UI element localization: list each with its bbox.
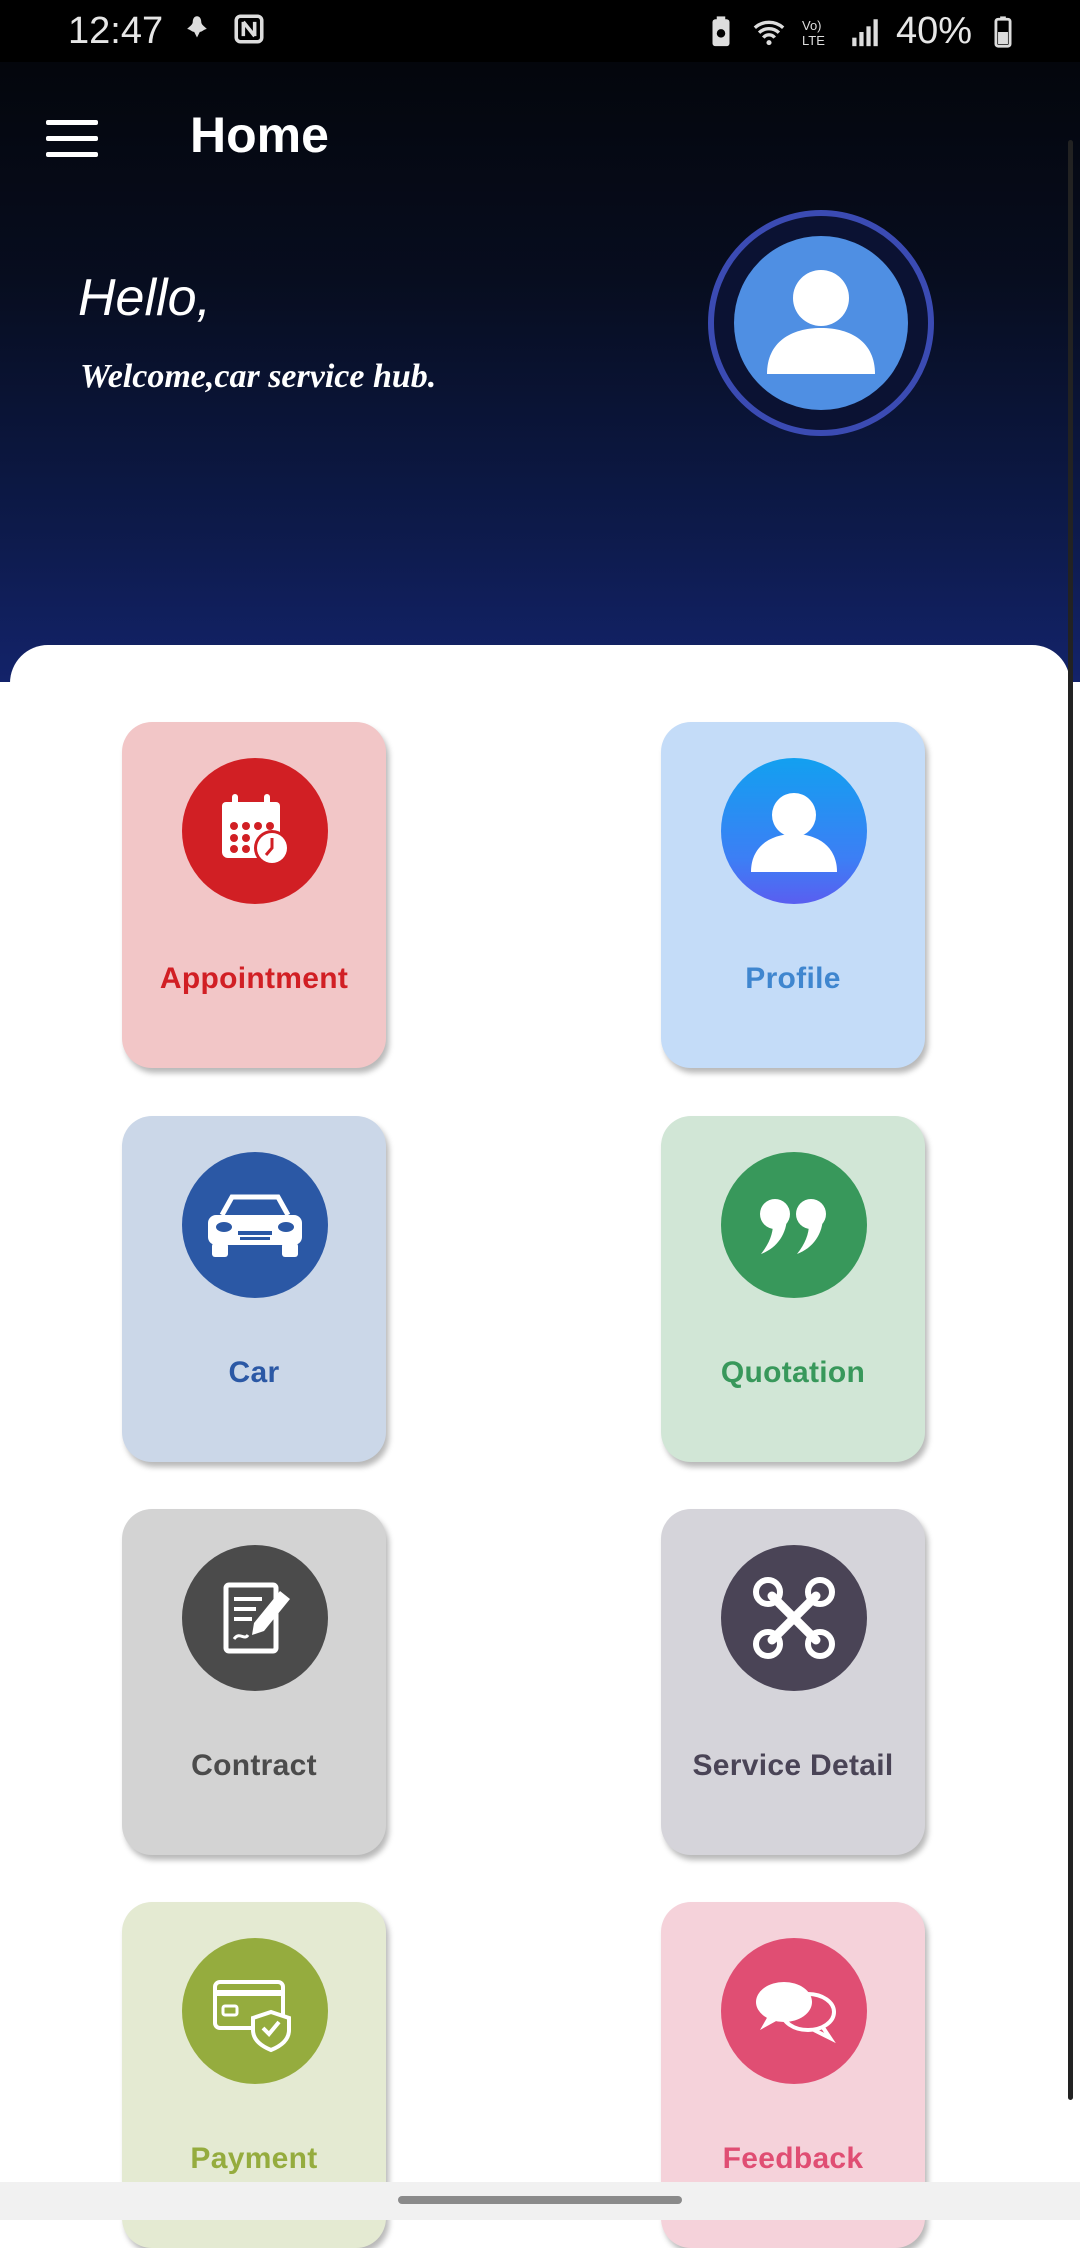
tile-contract[interactable]: Contract bbox=[122, 1509, 386, 1855]
quote-icon bbox=[721, 1152, 867, 1298]
signal-icon bbox=[852, 18, 878, 46]
avatar-user-icon bbox=[734, 236, 908, 410]
tile-appointment[interactable]: Appointment bbox=[122, 722, 386, 1068]
notification-icon bbox=[187, 16, 207, 38]
tile-label: Car bbox=[228, 1356, 280, 1389]
tile-label: Payment bbox=[190, 2142, 318, 2175]
tile-service-detail[interactable]: Service Detail bbox=[661, 1509, 925, 1855]
tile-label: Profile bbox=[745, 962, 841, 995]
tile-label: Appointment bbox=[159, 962, 349, 995]
battery-saver-icon bbox=[712, 15, 730, 46]
tile-label: Contract bbox=[191, 1749, 317, 1782]
system-nav-bar bbox=[0, 2182, 1080, 2220]
nfc-icon bbox=[234, 14, 264, 44]
page-title: Home bbox=[190, 107, 329, 163]
hero-header: Home Hello, Welcome,car service hub. bbox=[0, 62, 1080, 682]
status-bar: 12:47 Vo) LTE 40% bbox=[0, 0, 1080, 62]
payment-card-shield-icon bbox=[182, 1938, 328, 2084]
greeting-text: Hello, bbox=[78, 269, 211, 327]
tools-icon bbox=[721, 1545, 867, 1691]
tile-label: Feedback bbox=[722, 2142, 864, 2175]
battery-icon bbox=[994, 15, 1012, 48]
document-sign-icon bbox=[182, 1545, 328, 1691]
svg-text:Vo): Vo) bbox=[802, 18, 822, 33]
battery-percent: 40% bbox=[895, 10, 972, 52]
tile-quotation[interactable]: Quotation bbox=[661, 1116, 925, 1462]
user-avatar[interactable] bbox=[708, 210, 934, 436]
chat-bubbles-icon bbox=[721, 1938, 867, 2084]
home-gesture-handle[interactable] bbox=[398, 2196, 682, 2204]
volte-icon: Vo)LTE bbox=[802, 18, 825, 48]
tile-label: Service Detail bbox=[692, 1749, 894, 1782]
tile-car[interactable]: Car bbox=[122, 1116, 386, 1462]
tile-label: Quotation bbox=[720, 1356, 866, 1389]
calendar-clock-icon bbox=[182, 758, 328, 904]
tile-profile[interactable]: Profile bbox=[661, 722, 925, 1068]
user-icon bbox=[721, 758, 867, 904]
wifi-icon bbox=[753, 20, 785, 45]
status-time: 12:47 bbox=[68, 10, 164, 52]
hamburger-menu-icon[interactable] bbox=[46, 120, 98, 160]
car-icon bbox=[182, 1152, 328, 1298]
svg-text:LTE: LTE bbox=[802, 33, 825, 48]
welcome-text: Welcome,car service hub. bbox=[80, 358, 437, 395]
scrollbar[interactable] bbox=[1068, 140, 1073, 2100]
